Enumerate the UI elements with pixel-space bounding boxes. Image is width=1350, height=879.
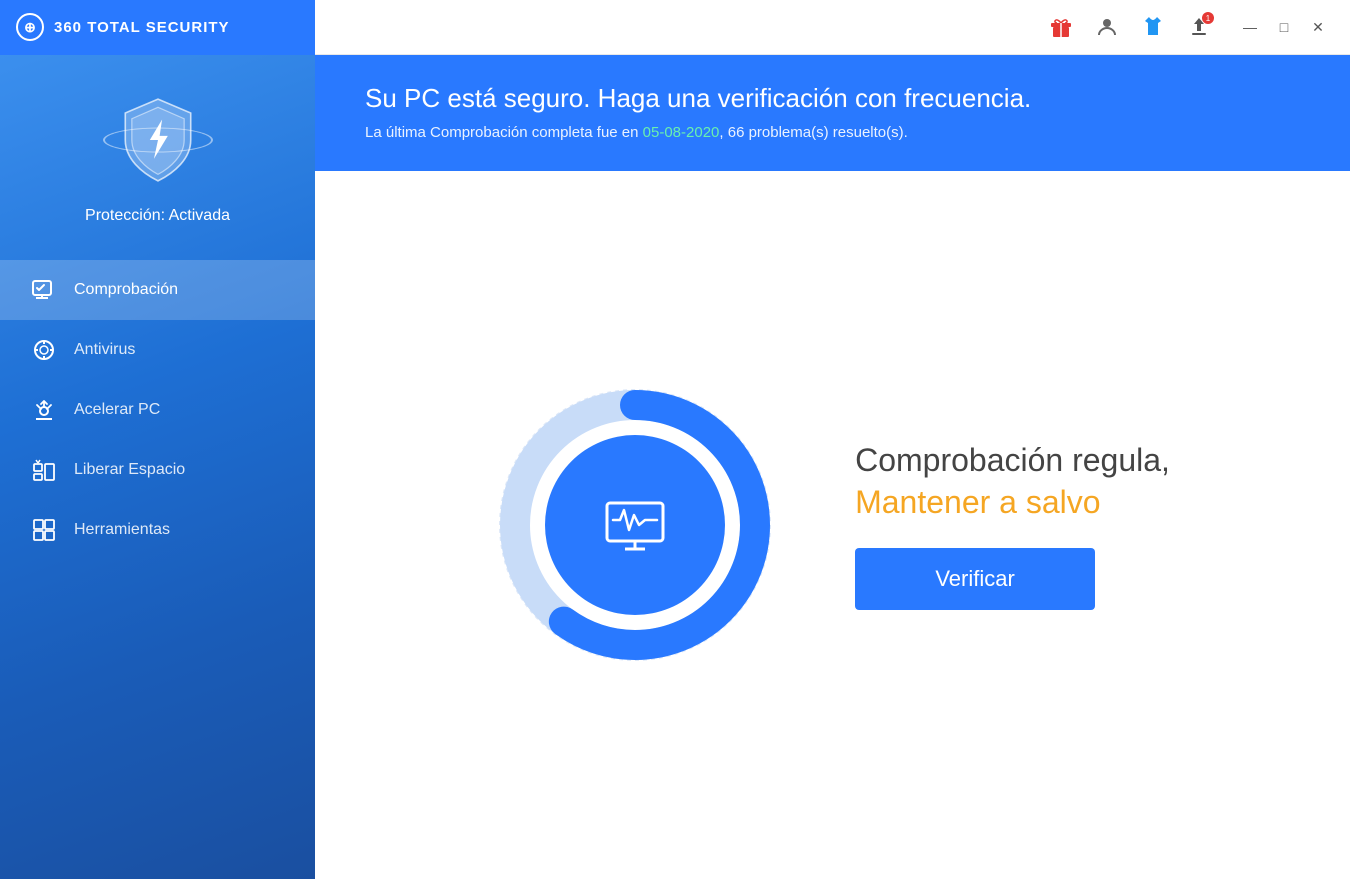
sidebar-item-antivirus-label: Antivirus xyxy=(74,341,135,359)
upload-icon[interactable]: 1 xyxy=(1184,12,1214,42)
main-layout: Protección: Activada Comprobación xyxy=(0,55,1350,879)
acelerar-pc-icon xyxy=(30,396,58,424)
sidebar: Protección: Activada Comprobación xyxy=(0,55,315,879)
subtitle-post: , 66 problema(s) resuelto(s). xyxy=(719,124,907,141)
title-bar-brand: ⊕ 360 TOTAL SECURITY xyxy=(0,0,315,55)
content-area: Su PC está seguro. Haga una verificación… xyxy=(315,55,1350,879)
notification-badge: 1 xyxy=(1202,12,1214,24)
sidebar-item-liberar-espacio-label: Liberar Espacio xyxy=(74,461,185,479)
donut-chart-svg xyxy=(495,385,775,665)
content-body: Comprobación regula, Mantener a salvo Ve… xyxy=(315,171,1350,879)
close-button[interactable]: ✕ xyxy=(1306,15,1330,39)
protection-status: Protección: Activada xyxy=(85,207,230,225)
herramientas-icon xyxy=(30,516,58,544)
sidebar-nav: Comprobación Antivirus xyxy=(0,260,315,560)
sidebar-item-liberar-espacio[interactable]: Liberar Espacio xyxy=(0,440,315,500)
antivirus-icon xyxy=(30,336,58,364)
app-name: 360 TOTAL SECURITY xyxy=(54,19,230,36)
sidebar-item-comprobacion-label: Comprobación xyxy=(74,281,178,299)
minimize-button[interactable]: — xyxy=(1238,15,1262,39)
promo-text: Comprobación regula, Mantener a salvo xyxy=(855,440,1170,523)
verify-button[interactable]: Verificar xyxy=(855,548,1095,610)
liberar-espacio-icon xyxy=(30,456,58,484)
shirt-icon[interactable] xyxy=(1138,12,1168,42)
sidebar-header: Protección: Activada xyxy=(0,55,315,250)
status-title: Su PC está seguro. Haga una verificación… xyxy=(365,83,1300,114)
status-banner: Su PC está seguro. Haga una verificación… xyxy=(315,55,1350,171)
comprobacion-icon xyxy=(30,276,58,304)
subtitle-pre: La última Comprobación completa fue en xyxy=(365,124,643,141)
sidebar-item-herramientas-label: Herramientas xyxy=(74,521,170,539)
status-subtitle: La última Comprobación completa fue en 0… xyxy=(365,124,1300,141)
window-controls: — □ ✕ xyxy=(1238,15,1330,39)
sidebar-item-antivirus[interactable]: Antivirus xyxy=(0,320,315,380)
sidebar-item-herramientas[interactable]: Herramientas xyxy=(0,500,315,560)
sidebar-item-acelerar-pc-label: Acelerar PC xyxy=(74,401,160,419)
right-panel: Comprobación regula, Mantener a salvo Ve… xyxy=(855,440,1170,609)
orbit-ring xyxy=(103,128,213,153)
title-bar-actions: 1 — □ ✕ xyxy=(315,12,1338,42)
last-check-date[interactable]: 05-08-2020 xyxy=(643,124,720,141)
user-icon[interactable] xyxy=(1092,12,1122,42)
promo-line-2: Mantener a salvo xyxy=(855,482,1170,524)
promo-line-1: Comprobación regula, xyxy=(855,440,1170,482)
donut-chart xyxy=(495,385,775,665)
sidebar-item-acelerar-pc[interactable]: Acelerar PC xyxy=(0,380,315,440)
maximize-button[interactable]: □ xyxy=(1272,15,1296,39)
gift-icon[interactable] xyxy=(1046,12,1076,42)
title-bar: ⊕ 360 TOTAL SECURITY 1 — □ ✕ xyxy=(0,0,1350,55)
logo-circle: ⊕ xyxy=(16,13,44,41)
shield-wrapper xyxy=(103,85,213,195)
sidebar-item-comprobacion[interactable]: Comprobación xyxy=(0,260,315,320)
